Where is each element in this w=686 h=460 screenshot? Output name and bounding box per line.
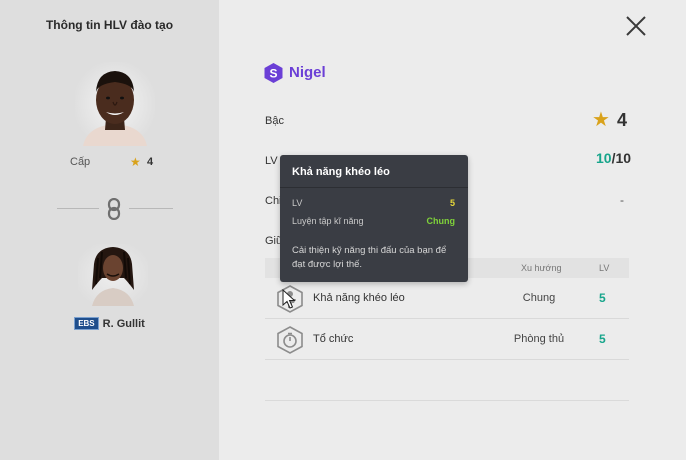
skill-row[interactable]: Khả năng khéo léo Chung 5 (265, 279, 629, 319)
skill-level: 5 (599, 291, 606, 305)
divider-right (129, 208, 173, 209)
grade-letter: S (269, 67, 277, 81)
tooltip-type-label: Luyện tập kĩ năng (292, 216, 364, 226)
skill-name: Tổ chức (313, 333, 354, 345)
col-trend: Xu hướng (521, 263, 562, 273)
skill-trend: Phòng thủ (513, 333, 565, 345)
tooltip-type-value: Chung (426, 216, 456, 226)
divider-left (57, 208, 99, 209)
coach-info-panel: Thông tin HLV đào tạo Cấp ★ 4 EBS R. Gul… (0, 0, 219, 460)
rank-label: Bậc (265, 115, 284, 127)
tooltip-description: Cải thiện kỹ năng thi đấu của bạn để đạt… (292, 245, 447, 270)
coach-portrait (75, 62, 155, 146)
rank-value: 4 (617, 110, 628, 130)
lv-value: 10/10 (596, 150, 631, 166)
level-label: Cấp (70, 156, 91, 168)
level-value: 4 (147, 156, 154, 168)
skill-tooltip: Khả năng khéo léo LV 5 Luyện tập kĩ năng… (280, 155, 468, 282)
legend-player: EBS R. Gullit (0, 317, 219, 330)
col-lv: LV (599, 263, 610, 273)
legend-portrait (78, 244, 148, 306)
skill-trend: Chung (522, 292, 556, 304)
coach-name: Nigel (289, 64, 326, 81)
close-button[interactable] (624, 14, 648, 38)
star-icon: ★ (130, 155, 141, 169)
tooltip-lv-value: 5 (449, 198, 455, 208)
third-stat-value: - (620, 193, 624, 207)
grade-badge-icon: S (264, 63, 283, 83)
tooltip-lv-label: LV (292, 198, 303, 208)
tooltip-title: Khả năng khéo léo (292, 166, 390, 178)
star-icon: ★ (592, 109, 610, 131)
chain-link-icon (104, 197, 124, 221)
legend-name: R. Gullit (102, 318, 145, 330)
table-bottom-divider (265, 400, 629, 401)
lv-max: /10 (611, 150, 632, 166)
skill-level: 5 (599, 332, 606, 346)
panel-title: Thông tin HLV đào tạo (45, 18, 174, 32)
close-icon[interactable] (624, 14, 648, 38)
skill-name: Khả năng khéo léo (313, 292, 405, 304)
skill-row[interactable]: Tổ chức Phòng thủ 5 (265, 320, 629, 360)
organization-hexagon-icon (277, 326, 303, 354)
coach-level-row: Cấp ★ 4 (70, 155, 162, 172)
lv-label: LV (265, 155, 278, 167)
lv-current: 10 (596, 150, 612, 166)
tooltip-divider (280, 187, 468, 188)
mouse-cursor-icon (282, 288, 296, 309)
season-badge: EBS (74, 317, 99, 330)
